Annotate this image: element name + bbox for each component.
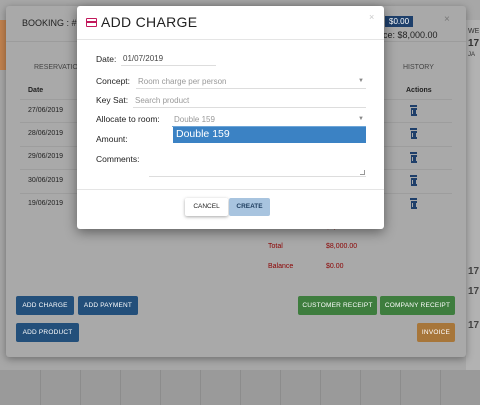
column-header-date: Date [28,87,44,94]
credit-card-icon [86,18,97,27]
trash-icon[interactable] [409,175,418,186]
tab-history[interactable]: HISTORY [403,64,434,71]
table-row-date: 27/06/2019 [28,107,64,114]
allocate-room-select[interactable]: Double 159 [174,115,215,124]
amount-label: Amount: [96,134,128,144]
allocate-room-label: Allocate to room: [96,114,160,124]
invoice-button[interactable]: INVOICE [417,323,455,342]
calendar-day-repeat: 17 [468,266,480,277]
concept-underline [136,88,366,89]
comments-textarea[interactable] [149,154,366,177]
modal-footer-divider [77,189,384,190]
close-icon[interactable]: × [444,14,450,25]
calendar-month: JA [468,52,476,58]
calendar-day: 17 [468,38,480,49]
comments-label: Comments: [96,154,140,164]
tab-reservations[interactable]: RESERVATIO [34,64,78,71]
add-product-button[interactable]: ADD PRODUCT [16,323,79,342]
trash-icon[interactable] [409,198,418,209]
concept-label: Concept: [96,76,131,86]
add-charge-modal: ADD CHARGE × Date: 01/07/2019 Concept: R… [77,6,384,229]
concept-select[interactable]: Room charge per person [138,77,227,86]
modal-header: ADD CHARGE × [77,6,384,40]
trash-icon[interactable] [409,152,418,163]
company-receipt-button[interactable]: COMPANY RECEIPT [380,296,455,315]
column-header-actions: Actions [406,87,432,94]
price-summary: ce: $8,000.00 [383,30,438,40]
modal-title: ADD CHARGE [101,14,198,30]
cancel-button[interactable]: CANCEL [185,198,228,216]
total-value: $8,000.00 [326,243,358,250]
chevron-down-icon: ▼ [358,78,364,84]
resize-handle-icon[interactable] [360,170,365,175]
create-button[interactable]: CREATE [229,198,270,216]
key-sat-underline [133,107,366,108]
background-calendar-strip: WE 17 JA 17 17 17 [466,20,480,405]
date-field[interactable]: 01/07/2019 [123,54,163,63]
add-charge-button[interactable]: ADD CHARGE [16,296,74,315]
balance-label: Balance [268,263,294,270]
date-field-underline [121,65,216,66]
key-sat-input[interactable]: Search product [135,96,189,105]
key-sat-label: Key Sat: [96,95,129,105]
calendar-day-repeat: 17 [468,286,480,297]
chevron-down-icon: ▼ [358,116,364,122]
balance-value: $0.00 [326,263,344,270]
balance-badge: $0.00 [385,16,414,27]
table-row-date: 29/06/2019 [28,153,64,160]
add-payment-button[interactable]: ADD PAYMENT [78,296,138,315]
date-label: Date: [96,54,117,64]
table-row-date: 28/06/2019 [28,130,64,137]
customer-receipt-button[interactable]: CUSTOMER RECEIPT [298,296,377,315]
close-icon[interactable]: × [369,12,374,22]
total-label: Total [268,243,283,250]
table-row-date: 19/06/2019 [28,200,64,207]
table-row-date: 30/06/2019 [28,177,64,184]
calendar-weekday: WE [468,28,480,35]
dropdown-option-double-159[interactable]: Double 159 [173,127,366,143]
calendar-day-repeat: 17 [468,320,480,331]
trash-icon[interactable] [409,105,418,116]
trash-icon[interactable] [409,128,418,139]
background-grid [0,370,480,405]
